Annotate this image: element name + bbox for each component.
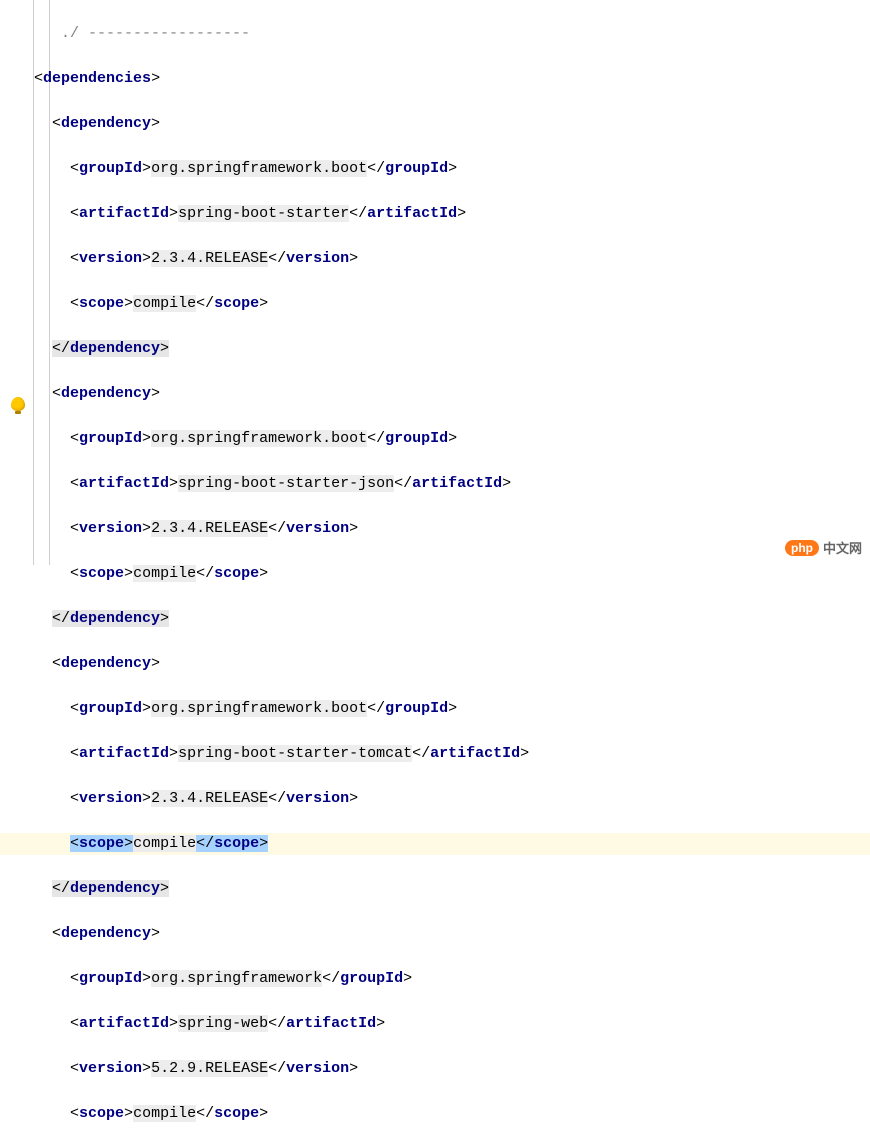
tag-scope: scope [79,565,124,582]
tag-scope: scope [79,835,124,852]
tag-dependency-close: dependency [70,610,160,627]
code-line[interactable]: </dependency> [0,878,870,901]
tag-scope-close: scope [214,835,259,852]
code-line[interactable]: <version>2.3.4.RELEASE</version> [0,248,870,271]
value-scope: compile [133,565,196,582]
tag-groupid: groupId [79,160,142,177]
tag-dependency-open: dependency [61,115,151,132]
code-line[interactable]: <artifactId>spring-boot-starter</artifac… [0,203,870,226]
code-line[interactable]: <groupId>org.springframework.boot</group… [0,428,870,451]
code-line[interactable]: <version>2.3.4.RELEASE</version> [0,788,870,811]
tag-groupid-close: groupId [340,970,403,987]
value-groupid: org.springframework.boot [151,430,367,447]
value-artifactid: spring-web [178,1015,268,1032]
code-line[interactable]: <scope>compile</scope> [0,1103,870,1126]
value-version: 2.3.4.RELEASE [151,250,268,267]
value-scope: compile [133,295,196,312]
tag-artifactid: artifactId [79,475,169,492]
value-scope: compile [133,835,196,852]
value-version: 2.3.4.RELEASE [151,790,268,807]
value-groupid: org.springframework.boot [151,700,367,717]
code-line[interactable]: <groupId>org.springframework</groupId> [0,968,870,991]
code-line-current[interactable]: <scope>compile</scope> [0,833,870,856]
code-line[interactable]: <dependency> [0,113,870,136]
tag-version-close: version [286,790,349,807]
watermark-badge: php [785,540,819,556]
tag-dependency-close: dependency [70,340,160,357]
tag-groupid-close: groupId [385,430,448,447]
tag-scope: scope [79,295,124,312]
code-line[interactable]: <version>2.3.4.RELEASE</version> [0,518,870,541]
watermark: php 中文网 [785,538,862,557]
value-version: 2.3.4.RELEASE [151,520,268,537]
tag-version-close: version [286,250,349,267]
tag-artifactid-close: artifactId [412,475,502,492]
truncated-text: ./ ------------------ [61,25,250,42]
tag-version: version [79,520,142,537]
tag-version-close: version [286,1060,349,1077]
tag-groupid: groupId [79,430,142,447]
value-groupid: org.springframework [151,970,322,987]
code-line[interactable]: <artifactId>spring-boot-starter-json</ar… [0,473,870,496]
code-line[interactable]: <version>5.2.9.RELEASE</version> [0,1058,870,1081]
tag-dependencies-open: dependencies [43,70,151,87]
tag-groupid: groupId [79,700,142,717]
code-line[interactable]: <dependency> [0,923,870,946]
code-line[interactable]: <artifactId>spring-web</artifactId> [0,1013,870,1036]
code-line[interactable]: <artifactId>spring-boot-starter-tomcat</… [0,743,870,766]
tag-artifactid: artifactId [79,205,169,222]
value-version: 5.2.9.RELEASE [151,1060,268,1077]
tag-dependency-close: dependency [70,880,160,897]
tag-artifactid-close: artifactId [430,745,520,762]
code-line[interactable]: <groupId>org.springframework.boot</group… [0,158,870,181]
lightbulb-icon[interactable] [11,397,25,411]
tag-scope-close: scope [214,1105,259,1122]
value-scope: compile [133,1105,196,1122]
code-line[interactable]: <scope>compile</scope> [0,563,870,586]
code-line[interactable]: <dependency> [0,383,870,406]
tag-groupid-close: groupId [385,160,448,177]
tag-version: version [79,1060,142,1077]
code-line[interactable]: <groupId>org.springframework.boot</group… [0,698,870,721]
code-line[interactable]: <dependency> [0,653,870,676]
tag-artifactid: artifactId [79,745,169,762]
tag-scope-close: scope [214,565,259,582]
value-groupid: org.springframework.boot [151,160,367,177]
tag-version-close: version [286,520,349,537]
value-artifactid: spring-boot-starter [178,205,349,222]
value-artifactid: spring-boot-starter-tomcat [178,745,412,762]
tag-artifactid: artifactId [79,1015,169,1032]
tag-dependency-open: dependency [61,925,151,942]
tag-dependency-open: dependency [61,385,151,402]
code-line[interactable]: <scope>compile</scope> [0,293,870,316]
tag-groupid-close: groupId [385,700,448,717]
watermark-text: 中文网 [823,538,862,557]
tag-scope: scope [79,1105,124,1122]
code-line[interactable]: </dependency> [0,338,870,361]
code-editor[interactable]: ./ ------------------ <dependencies> <de… [0,0,870,1130]
tag-version: version [79,250,142,267]
tag-groupid: groupId [79,970,142,987]
tag-artifactid-close: artifactId [367,205,457,222]
tag-artifactid-close: artifactId [286,1015,376,1032]
tag-version: version [79,790,142,807]
value-artifactid: spring-boot-starter-json [178,475,394,492]
code-line[interactable]: </dependency> [0,608,870,631]
code-line[interactable]: <dependencies> [0,68,870,91]
code-line[interactable]: ./ ------------------ [0,23,870,46]
tag-scope-close: scope [214,295,259,312]
tag-dependency-open: dependency [61,655,151,672]
